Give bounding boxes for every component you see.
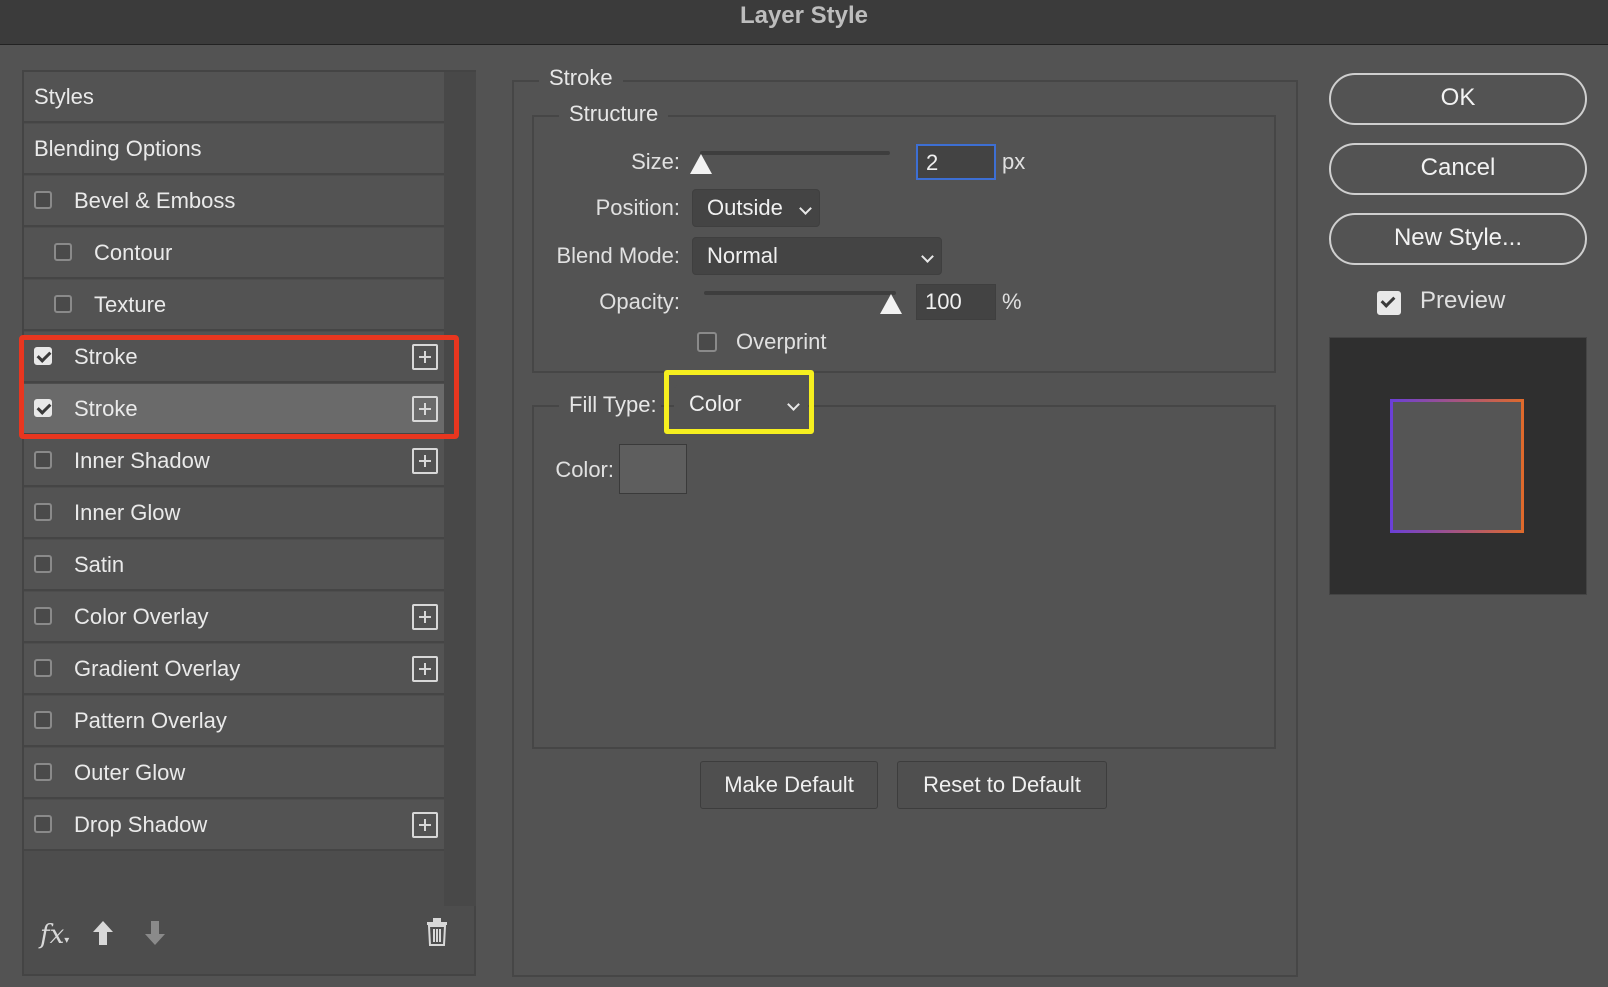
red-highlight-annotation: [19, 335, 459, 439]
style-checkbox[interactable]: [54, 295, 72, 313]
arrow-up-icon[interactable]: [92, 920, 114, 946]
arrow-down-icon[interactable]: [144, 920, 166, 946]
style-checkbox[interactable]: [34, 815, 52, 833]
size-slider-thumb[interactable]: [690, 154, 712, 174]
style-checkbox[interactable]: [34, 555, 52, 573]
add-effect-plus-icon[interactable]: [412, 448, 438, 474]
stroke-section-title: Stroke: [539, 64, 623, 92]
style-item-blending-options[interactable]: Blending Options: [24, 124, 444, 175]
style-item-color-overlay[interactable]: Color Overlay: [24, 592, 444, 643]
position-label: Position:: [595, 195, 680, 220]
style-checkbox[interactable]: [34, 191, 52, 209]
style-item-inner-glow[interactable]: Inner Glow: [24, 488, 444, 539]
opacity-slider-track[interactable]: [704, 291, 896, 295]
style-item-label: Outer Glow: [74, 760, 186, 785]
style-item-styles[interactable]: Styles: [24, 72, 444, 123]
opacity-unit: %: [1002, 289, 1022, 314]
preview-fill: [1393, 402, 1521, 530]
style-item-label: Blending Options: [34, 136, 202, 161]
fill-type-label: Fill Type:: [559, 391, 661, 419]
style-checkbox[interactable]: [34, 659, 52, 677]
opacity-input[interactable]: 100: [916, 284, 996, 320]
overprint-label: Overprint: [736, 329, 827, 354]
opacity-slider-thumb[interactable]: [880, 294, 902, 314]
preview-checkbox[interactable]: [1377, 291, 1401, 315]
cancel-button[interactable]: Cancel: [1329, 143, 1587, 195]
style-item-label: Texture: [94, 292, 167, 317]
style-item-label: Contour: [94, 240, 173, 265]
ok-button[interactable]: OK: [1329, 73, 1587, 125]
styles-panel: Styles Blending Options Bevel & Emboss Cont…: [22, 70, 476, 976]
chevron-down-icon: [799, 202, 812, 215]
structure-title: Structure: [559, 100, 669, 128]
trash-icon[interactable]: [426, 918, 448, 946]
style-checkbox[interactable]: [34, 607, 52, 625]
style-item-contour[interactable]: Contour: [24, 228, 444, 279]
add-effect-plus-icon[interactable]: [412, 812, 438, 838]
style-item-label: Color Overlay: [74, 604, 209, 629]
style-item-label: Styles: [34, 84, 94, 109]
style-item-outer-glow[interactable]: Outer Glow: [24, 748, 444, 799]
caret-down-icon: ▾: [64, 935, 70, 946]
position-value: Outside: [707, 195, 783, 220]
style-checkbox[interactable]: [54, 243, 72, 261]
overprint-checkbox[interactable]: [697, 332, 717, 352]
style-checkbox[interactable]: [34, 451, 52, 469]
style-item-pattern-overlay[interactable]: Pattern Overlay: [24, 696, 444, 747]
style-item-satin[interactable]: Satin: [24, 540, 444, 591]
color-label: Color:: [555, 457, 614, 482]
add-effect-plus-icon[interactable]: [412, 656, 438, 682]
preview-label: Preview: [1420, 287, 1506, 314]
opacity-label: Opacity:: [599, 289, 680, 314]
new-style-button[interactable]: New Style...: [1329, 213, 1587, 265]
preview-square: [1390, 399, 1524, 533]
style-item-label: Inner Glow: [74, 500, 181, 525]
style-item-label: Bevel & Emboss: [74, 188, 236, 213]
blend-mode-label: Blend Mode:: [556, 243, 680, 268]
style-item-label: Inner Shadow: [74, 448, 210, 473]
chevron-down-icon: [921, 250, 934, 263]
style-item-bevel-emboss[interactable]: Bevel & Emboss: [24, 176, 444, 227]
style-checkbox[interactable]: [34, 711, 52, 729]
styles-scrollbar[interactable]: [444, 72, 476, 906]
title-bar: Layer Style: [0, 0, 1608, 45]
style-checkbox[interactable]: [34, 763, 52, 781]
size-input[interactable]: 2: [916, 144, 996, 180]
style-item-label: Satin: [74, 552, 125, 577]
style-item-inner-shadow[interactable]: Inner Shadow: [24, 436, 444, 487]
blend-mode-value: Normal: [707, 243, 778, 268]
style-item-label: Pattern Overlay: [74, 708, 227, 733]
styles-toolbar: fx▾: [24, 906, 474, 974]
size-slider-track[interactable]: [700, 151, 890, 155]
style-item-texture[interactable]: Texture: [24, 280, 444, 331]
style-item-label: Gradient Overlay: [74, 656, 241, 681]
position-select[interactable]: Outside: [692, 189, 820, 227]
blend-mode-select[interactable]: Normal: [692, 237, 942, 275]
preview-thumbnail: [1329, 337, 1587, 595]
make-default-button[interactable]: Make Default: [700, 761, 878, 809]
window-title: Layer Style: [739, 2, 869, 29]
fx-button[interactable]: fx▾: [40, 920, 69, 950]
size-unit: px: [1002, 149, 1026, 174]
color-swatch[interactable]: [619, 444, 687, 494]
style-item-gradient-overlay[interactable]: Gradient Overlay: [24, 644, 444, 695]
size-label: Size:: [631, 149, 680, 174]
style-checkbox[interactable]: [34, 503, 52, 521]
add-effect-plus-icon[interactable]: [412, 604, 438, 630]
yellow-highlight-annotation: [664, 370, 814, 434]
reset-to-default-button[interactable]: Reset to Default: [897, 761, 1107, 809]
style-item-drop-shadow[interactable]: Drop Shadow: [24, 800, 444, 851]
style-item-label: Drop Shadow: [74, 812, 208, 837]
